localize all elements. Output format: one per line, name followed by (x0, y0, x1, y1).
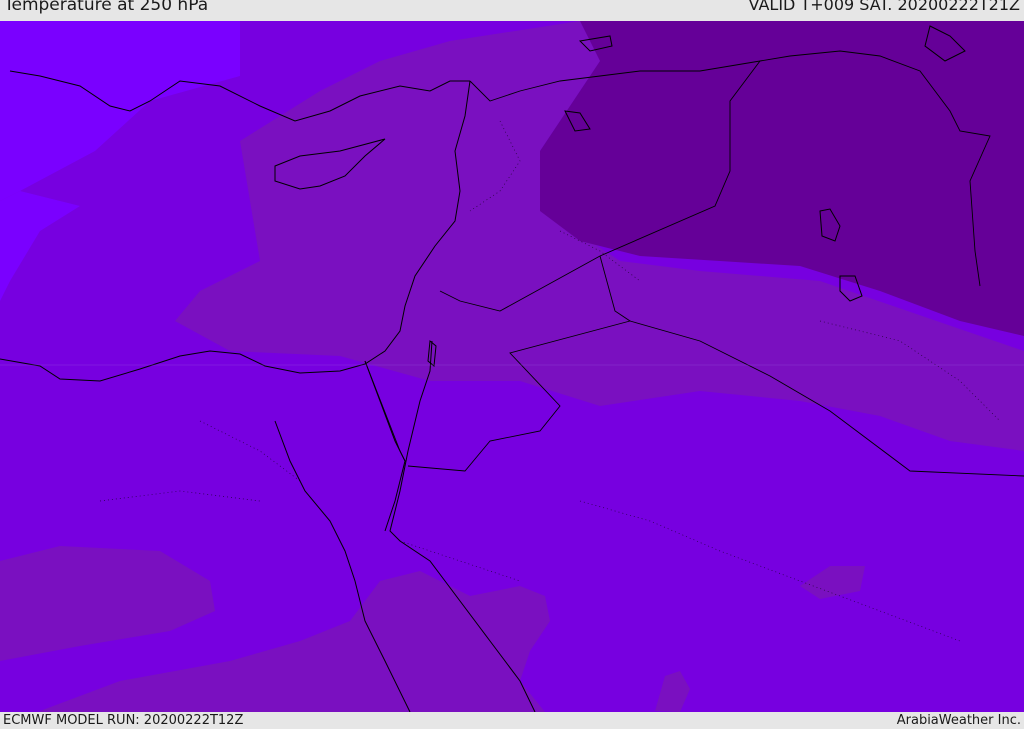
map-canvas (0, 21, 1024, 712)
model-run: ECMWF MODEL RUN: 20200222T12Z (3, 713, 244, 728)
footer-bar: ECMWF MODEL RUN: 20200222T12Z ArabiaWeat… (0, 712, 1024, 729)
map-title: Temperature at 250 hPa (4, 0, 209, 15)
temperature-map (0, 21, 1024, 712)
credit-label: ArabiaWeather Inc. (896, 713, 1021, 728)
map-frame: Temperature at 250 hPa VALID T+009 SAT. … (0, 0, 1024, 729)
valid-time: VALID T+009 SAT. 20200222T21Z (748, 0, 1020, 14)
header-bar: Temperature at 250 hPa VALID T+009 SAT. … (0, 0, 1024, 22)
